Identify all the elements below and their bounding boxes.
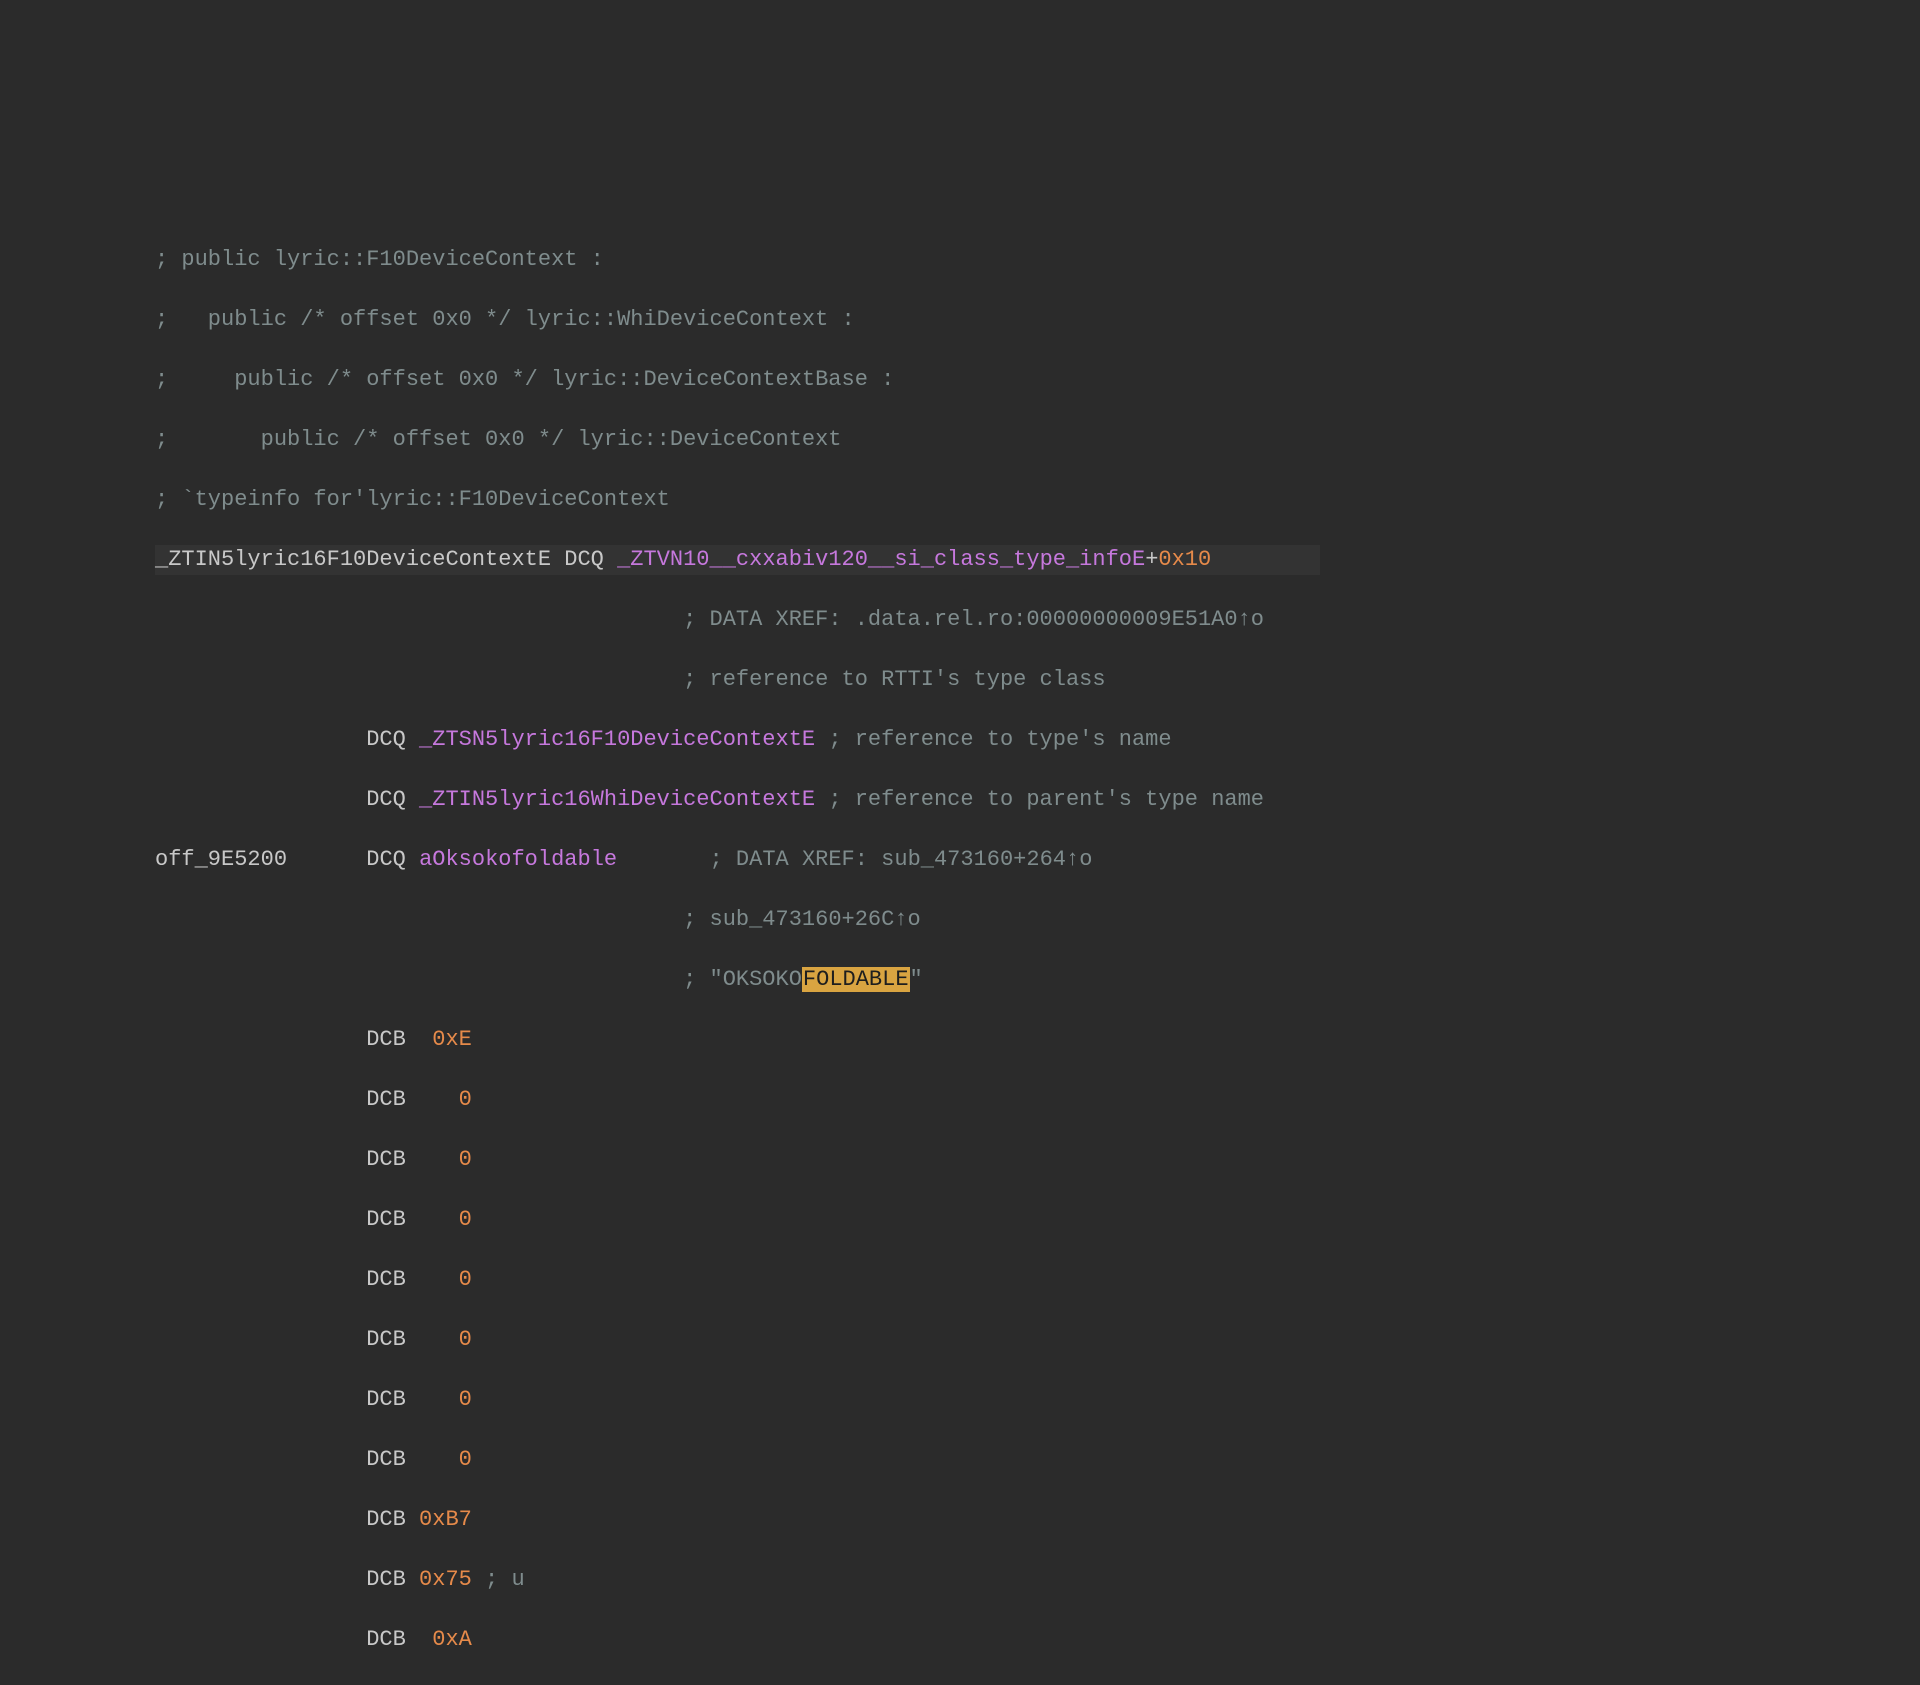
code-line[interactable]: ; reference to RTTI's type class [155,665,1264,695]
code-line[interactable]: DCQ _ZTSN5lyric16F10DeviceContextE ; ref… [155,725,1264,755]
directive-text: DCB [366,1147,406,1172]
directive-text: DCQ [366,727,419,752]
code-line[interactable]: off_9E5200 DCQ aOksokofoldable ; DATA XR… [155,845,1264,875]
code-line[interactable]: ; public /* offset 0x0 */ lyric::WhiDevi… [155,305,1264,335]
xref-comment[interactable]: ; DATA XREF: .data.rel.ro:00000000009E51… [683,607,1264,632]
string-prefix: ; "OKSOKO [683,967,802,992]
byte-value: 0xA [432,1627,472,1652]
directive-text: DCB [366,1027,406,1052]
char-comment: ; u [472,1567,525,1592]
offset-value: 0x10 [1158,547,1211,572]
code-line[interactable]: DCB 0 [155,1325,1264,1355]
code-line[interactable]: DCB 0xE [155,1025,1264,1055]
directive-text: DCB [366,1327,406,1352]
code-line[interactable]: ; sub_473160+26C↑o [155,905,1264,935]
byte-value: 0 [459,1447,472,1472]
comment-text: ; reference to parent's type name [815,787,1264,812]
directive-text: DCQ [551,547,617,572]
code-line[interactable]: ; DATA XREF: .data.rel.ro:00000000009E51… [155,605,1264,635]
directive-text: DCB [366,1447,406,1472]
operator-plus: + [1145,547,1158,572]
code-line[interactable]: DCB 0 [155,1385,1264,1415]
string-comment: ; "OKSOKOFOLDABLE" [683,967,923,992]
directive-text: DCQ [366,847,419,872]
directive-text: DCB [366,1207,406,1232]
string-suffix: " [910,967,923,992]
xref-comment[interactable]: ; sub_473160+26C↑o [683,907,921,932]
symbol-ref[interactable]: aOksokofoldable [419,847,617,872]
code-line[interactable]: DCB 0 [155,1205,1264,1235]
symbol-ref[interactable]: _ZTSN5lyric16F10DeviceContextE [419,727,815,752]
byte-value: 0x75 [419,1567,472,1592]
code-line[interactable]: DCB 0 [155,1145,1264,1175]
comment-text: ; public /* offset 0x0 */ lyric::DeviceC… [155,427,842,452]
code-line[interactable]: DCB 0x75 ; u [155,1565,1264,1595]
byte-value: 0 [459,1387,472,1412]
comment-text: ; public /* offset 0x0 */ lyric::DeviceC… [155,367,894,392]
directive-text: DCB [366,1087,406,1112]
comment-text: ; public lyric::F10DeviceContext : [155,247,604,272]
comment-text: ; public /* offset 0x0 */ lyric::WhiDevi… [155,307,855,332]
byte-value: 0 [459,1147,472,1172]
symbol-label[interactable]: off_9E5200 [155,847,287,872]
code-line[interactable]: DCQ _ZTIN5lyric16WhiDeviceContextE ; ref… [155,785,1264,815]
directive-text: DCB [366,1567,406,1592]
comment-text: ; `typeinfo for'lyric::F10DeviceContext [155,487,670,512]
symbol-ref[interactable]: _ZTVN10__cxxabiv120__si_class_type_infoE [617,547,1145,572]
code-line[interactable]: DCB 0 [155,1085,1264,1115]
code-line[interactable]: DCB 0xB7 [155,1505,1264,1535]
code-line[interactable]: _ZTIN5lyric16F10DeviceContextE DCQ _ZTVN… [155,545,1264,575]
code-line[interactable]: ; public /* offset 0x0 */ lyric::DeviceC… [155,425,1264,455]
symbol-label[interactable]: _ZTIN5lyric16F10DeviceContextE [155,547,551,572]
code-line[interactable]: DCB 0 [155,1265,1264,1295]
disassembly-view[interactable]: ; public lyric::F10DeviceContext : ; pub… [155,185,1264,1685]
comment-text: ; reference to RTTI's type class [683,667,1105,692]
byte-value: 0 [459,1087,472,1112]
byte-value: 0 [459,1207,472,1232]
byte-value: 0 [459,1267,472,1292]
code-line[interactable]: ; public lyric::F10DeviceContext : [155,245,1264,275]
code-line[interactable]: ; `typeinfo for'lyric::F10DeviceContext [155,485,1264,515]
symbol-ref[interactable]: _ZTIN5lyric16WhiDeviceContextE [419,787,815,812]
directive-text: DCB [366,1507,406,1532]
xref-comment[interactable]: ; DATA XREF: sub_473160+264↑o [710,847,1093,872]
code-line[interactable]: DCB 0 [155,1445,1264,1475]
code-line[interactable]: ; "OKSOKOFOLDABLE" [155,965,1264,995]
search-highlight: FOLDABLE [802,967,910,992]
byte-value: 0 [459,1327,472,1352]
byte-value: 0xB7 [419,1507,472,1532]
code-line[interactable]: ; public /* offset 0x0 */ lyric::DeviceC… [155,365,1264,395]
byte-value: 0xE [432,1027,472,1052]
comment-text: ; reference to type's name [815,727,1171,752]
directive-text: DCB [366,1627,406,1652]
code-line[interactable]: DCB 0xA [155,1625,1264,1655]
directive-text: DCQ [366,787,419,812]
directive-text: DCB [366,1387,406,1412]
directive-text: DCB [366,1267,406,1292]
